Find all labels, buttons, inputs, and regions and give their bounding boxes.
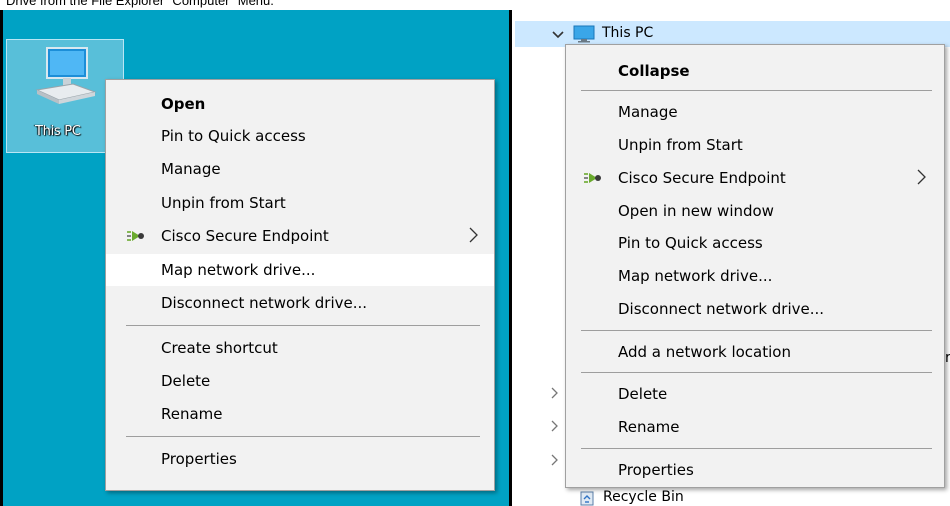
explorer-panel: This PC r Recycle Bin Collapse Manage Un… bbox=[515, 10, 950, 506]
cisco-endpoint-icon bbox=[584, 173, 601, 183]
chevron-right-icon bbox=[469, 227, 478, 243]
menu-separator bbox=[581, 372, 932, 373]
menu-item-properties[interactable]: Properties bbox=[106, 443, 494, 475]
menu-item-cisco-secure-endpoint[interactable]: Cisco Secure Endpoint bbox=[566, 162, 944, 194]
computer-icon bbox=[35, 47, 97, 104]
menu-item-properties[interactable]: Properties bbox=[566, 454, 944, 486]
menu-item-rename[interactable]: Rename bbox=[566, 411, 944, 443]
menu-item-unpin-start[interactable]: Unpin from Start bbox=[106, 187, 494, 219]
tree-label-this-pc: This PC bbox=[602, 25, 654, 41]
menu-item-create-shortcut[interactable]: Create shortcut bbox=[106, 332, 494, 364]
menu-item-delete[interactable]: Delete bbox=[106, 365, 494, 397]
menu-item-cisco-secure-endpoint[interactable]: Cisco Secure Endpoint bbox=[106, 220, 494, 252]
chevron-right-icon bbox=[917, 169, 926, 185]
chevron-right-icon[interactable] bbox=[550, 386, 560, 400]
desktop-context-menu: Open Pin to Quick access Manage Unpin fr… bbox=[105, 79, 495, 491]
monitor-icon bbox=[573, 25, 595, 43]
menu-item-unpin-start[interactable]: Unpin from Start bbox=[566, 129, 944, 161]
cisco-endpoint-icon bbox=[127, 231, 144, 241]
menu-item-manage[interactable]: Manage bbox=[106, 153, 494, 185]
tree-row-recycle-bin[interactable]: Recycle Bin bbox=[565, 488, 765, 506]
chevron-right-icon[interactable] bbox=[550, 419, 560, 433]
menu-item-map-network-drive[interactable]: Map network drive... bbox=[566, 260, 944, 292]
menu-separator bbox=[581, 330, 932, 331]
menu-item-delete[interactable]: Delete bbox=[566, 378, 944, 410]
this-pc-label: This PC bbox=[35, 124, 81, 139]
recycle-bin-icon bbox=[580, 491, 594, 506]
menu-item-manage[interactable]: Manage bbox=[566, 96, 944, 128]
desktop-panel: This PC Open Pin to Quick access Manage … bbox=[0, 10, 512, 506]
menu-item-disconnect-network-drive[interactable]: Disconnect network drive... bbox=[566, 293, 944, 325]
caption-strip: Drive from the File Explorer "Computer" … bbox=[0, 0, 950, 10]
menu-item-collapse[interactable]: Collapse bbox=[566, 55, 944, 87]
chevron-right-icon[interactable] bbox=[550, 453, 560, 467]
caption-text: Drive from the File Explorer "Computer" … bbox=[6, 0, 274, 8]
menu-separator bbox=[126, 325, 480, 326]
menu-separator bbox=[581, 90, 932, 91]
partial-text: r bbox=[945, 350, 950, 366]
menu-item-map-network-drive[interactable]: Map network drive... bbox=[106, 254, 494, 286]
menu-separator bbox=[126, 436, 480, 437]
menu-item-disconnect-network-drive[interactable]: Disconnect network drive... bbox=[106, 287, 494, 319]
menu-item-open-new-window[interactable]: Open in new window bbox=[566, 195, 944, 227]
menu-item-pin-quick-access[interactable]: Pin to Quick access bbox=[566, 227, 944, 259]
menu-separator bbox=[581, 448, 932, 449]
menu-item-rename[interactable]: Rename bbox=[106, 398, 494, 430]
menu-item-open[interactable]: Open bbox=[106, 88, 494, 120]
menu-item-add-network-location[interactable]: Add a network location bbox=[566, 336, 944, 368]
menu-item-pin-quick-access[interactable]: Pin to Quick access bbox=[106, 120, 494, 152]
chevron-down-icon bbox=[552, 31, 564, 39]
explorer-context-menu: Collapse Manage Unpin from Start Cisco S… bbox=[565, 44, 945, 488]
